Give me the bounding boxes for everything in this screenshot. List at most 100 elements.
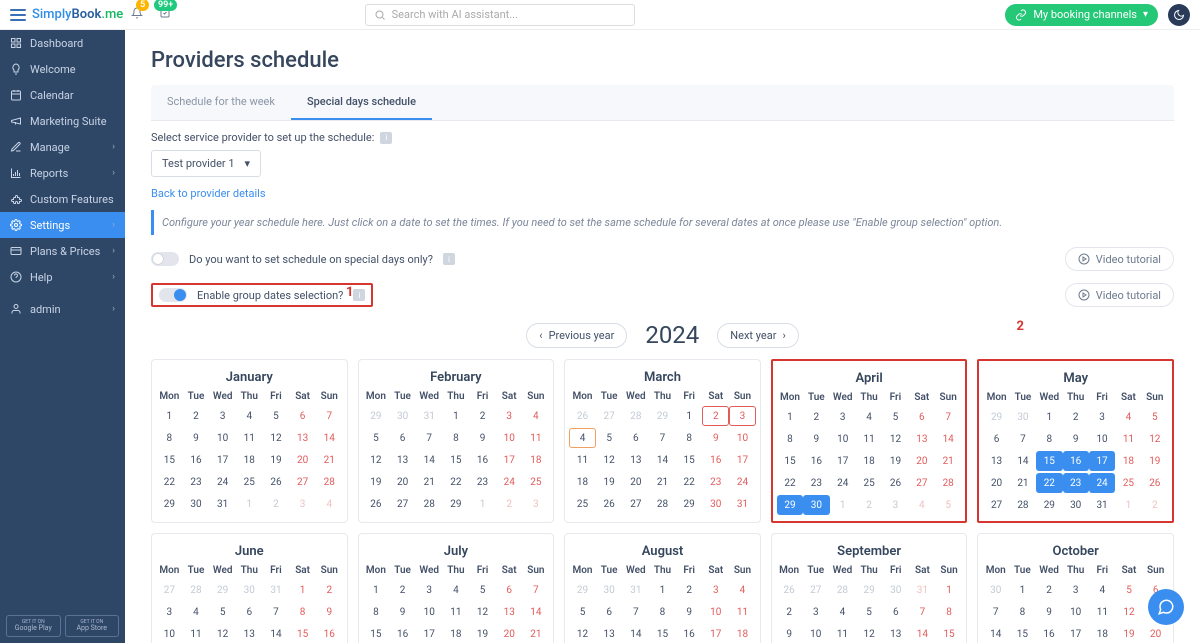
info-icon[interactable]: i <box>380 132 392 144</box>
day-cell[interactable]: 4 <box>443 580 470 600</box>
day-cell[interactable]: 24 <box>209 472 236 492</box>
day-cell[interactable]: 20 <box>909 451 935 471</box>
day-cell[interactable]: 1 <box>156 406 183 426</box>
day-cell[interactable]: 7 <box>935 407 961 427</box>
day-cell[interactable]: 24 <box>496 472 523 492</box>
day-muted[interactable]: 1 <box>830 495 856 515</box>
day-cell[interactable]: 4 <box>1115 407 1141 427</box>
day-cell[interactable]: 13 <box>909 429 935 449</box>
day-cell[interactable]: 20 <box>389 472 416 492</box>
day-cell[interactable]: 1 <box>363 580 390 600</box>
day-cell[interactable]: 17 <box>830 451 856 471</box>
day-cell[interactable]: 12 <box>263 428 290 448</box>
day-cell[interactable]: 31 <box>209 494 236 514</box>
day-muted[interactable]: 2 <box>263 494 290 514</box>
day-cell[interactable]: 2 <box>183 406 210 426</box>
sidebar-item-dashboard[interactable]: Dashboard <box>0 30 125 56</box>
day-cell[interactable]: 9 <box>469 428 496 448</box>
day-cell[interactable]: 15 <box>676 450 703 470</box>
day-cell[interactable]: 6 <box>983 429 1009 449</box>
day-cell[interactable]: 1 <box>1036 407 1062 427</box>
day-cell[interactable]: 30 <box>803 495 829 515</box>
day-cell[interactable]: 7 <box>623 602 650 622</box>
day-cell[interactable]: 5 <box>856 602 883 622</box>
day-cell[interactable]: 29 <box>1036 495 1062 515</box>
day-cell[interactable]: 11 <box>829 624 856 643</box>
day-cell[interactable]: 14 <box>935 429 961 449</box>
day-cell[interactable]: 13 <box>983 451 1009 471</box>
day-cell[interactable]: 8 <box>1036 429 1062 449</box>
day-cell[interactable]: 19 <box>1142 451 1168 471</box>
day-cell[interactable]: 13 <box>389 450 416 470</box>
day-cell[interactable]: 17 <box>496 450 523 470</box>
day-cell[interactable]: 2 <box>316 580 343 600</box>
day-cell[interactable]: 9 <box>389 602 416 622</box>
day-muted[interactable]: 2 <box>856 495 882 515</box>
sidebar-item-welcome[interactable]: Welcome <box>0 56 125 82</box>
day-cell[interactable]: 12 <box>882 429 908 449</box>
day-cell[interactable]: 11 <box>183 624 210 643</box>
day-cell[interactable]: 31 <box>729 494 756 514</box>
day-muted[interactable]: 1 <box>469 494 496 514</box>
day-cell[interactable]: 9 <box>316 602 343 622</box>
day-cell[interactable]: 5 <box>882 407 908 427</box>
day-muted[interactable]: 3 <box>523 494 550 514</box>
day-cell[interactable]: 14 <box>523 602 550 622</box>
day-cell[interactable]: 7 <box>316 406 343 426</box>
day-cell[interactable]: 17 <box>1089 451 1115 471</box>
day-cell[interactable]: 1 <box>443 406 470 426</box>
day-cell[interactable]: 16 <box>676 624 703 643</box>
day-cell[interactable]: 16 <box>1063 451 1089 471</box>
day-cell[interactable]: 18 <box>729 624 756 643</box>
day-cell[interactable]: 2 <box>676 580 703 600</box>
day-cell[interactable]: 15 <box>363 624 390 643</box>
day-cell[interactable]: 18 <box>1115 451 1141 471</box>
theme-toggle[interactable] <box>1168 4 1190 26</box>
day-muted[interactable]: 30 <box>982 580 1009 600</box>
day-muted[interactable]: 4 <box>316 494 343 514</box>
day-cell[interactable]: 16 <box>803 451 829 471</box>
day-cell[interactable]: 3 <box>156 602 183 622</box>
day-cell[interactable]: 29 <box>156 494 183 514</box>
day-cell[interactable]: 12 <box>209 624 236 643</box>
day-cell[interactable]: 4 <box>729 580 756 600</box>
day-cell[interactable]: 18 <box>523 450 550 470</box>
day-cell[interactable]: 11 <box>729 602 756 622</box>
day-muted[interactable]: 30 <box>882 580 909 600</box>
day-cell[interactable]: 13 <box>882 624 909 643</box>
day-cell[interactable]: 7 <box>909 602 936 622</box>
day-cell[interactable]: 26 <box>1142 473 1168 493</box>
day-cell[interactable]: 5 <box>1116 580 1143 600</box>
day-muted[interactable]: 30 <box>236 580 263 600</box>
day-cell[interactable]: 21 <box>416 472 443 492</box>
sidebar-item-reports[interactable]: Reports› <box>0 160 125 186</box>
day-cell[interactable]: 24 <box>830 473 856 493</box>
day-cell[interactable]: 3 <box>802 602 829 622</box>
day-cell[interactable]: 14 <box>623 624 650 643</box>
day-cell[interactable]: 3 <box>209 406 236 426</box>
day-muted[interactable]: 30 <box>596 580 623 600</box>
day-cell[interactable]: 13 <box>236 624 263 643</box>
day-cell[interactable]: 15 <box>1036 451 1062 471</box>
day-cell[interactable]: 17 <box>1062 624 1089 643</box>
day-muted[interactable]: 4 <box>909 495 935 515</box>
day-cell[interactable]: 8 <box>1009 602 1036 622</box>
day-cell[interactable]: 4 <box>523 406 550 426</box>
day-cell[interactable]: 9 <box>1036 602 1063 622</box>
day-cell[interactable]: 1 <box>289 580 316 600</box>
day-cell[interactable]: 19 <box>469 624 496 643</box>
day-cell[interactable]: 9 <box>702 428 729 448</box>
day-cell[interactable]: 8 <box>363 602 390 622</box>
day-cell[interactable]: 7 <box>523 580 550 600</box>
day-cell[interactable]: 23 <box>1063 473 1089 493</box>
day-cell[interactable]: 2 <box>469 406 496 426</box>
day-cell[interactable]: 24 <box>729 472 756 492</box>
day-cell[interactable]: 12 <box>1116 602 1143 622</box>
day-cell[interactable]: 7 <box>416 428 443 448</box>
day-cell[interactable]: 10 <box>830 429 856 449</box>
day-cell[interactable]: 25 <box>1115 473 1141 493</box>
day-cell[interactable]: 22 <box>1036 473 1062 493</box>
day-cell[interactable]: 20 <box>983 473 1009 493</box>
day-cell[interactable]: 17 <box>209 450 236 470</box>
day-cell[interactable]: 3 <box>830 407 856 427</box>
